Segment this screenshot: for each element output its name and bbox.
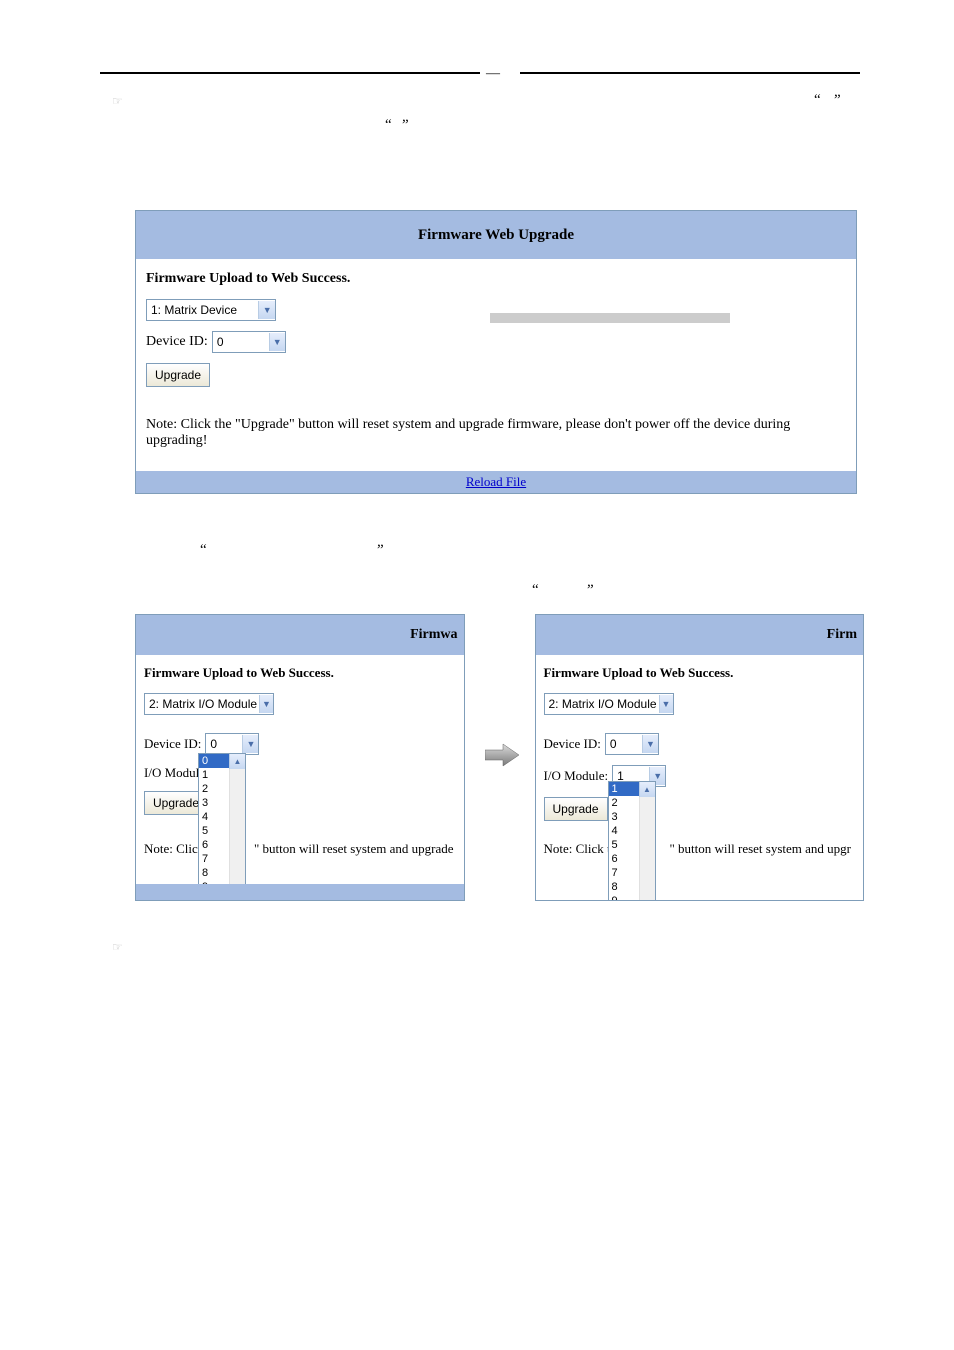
upload-status-3: Firmware Upload to Web Success.	[544, 665, 856, 681]
chevron-down-icon: ▼	[258, 301, 275, 319]
note-prefix-3: Note: Click th	[544, 841, 618, 857]
device-id-select-2[interactable]: 0 ▼	[205, 733, 259, 755]
device-id-select-3[interactable]: 0 ▼	[605, 733, 659, 755]
scroll-up-icon[interactable]: ▲	[639, 782, 655, 797]
firmware-upgrade-panel: Firmware Web Upgrade Firmware Upload to …	[135, 210, 857, 494]
reload-file-link[interactable]: Reload File	[466, 474, 526, 490]
note-suffix-2: " button will reset system and upgrade	[254, 841, 454, 857]
hand-icon: ☞	[112, 94, 123, 109]
upgrade-button-3[interactable]: Upgrade	[544, 797, 608, 821]
device-id-select[interactable]: 0 ▼	[212, 331, 286, 353]
device-type-select[interactable]: 1: Matrix Device ▼	[146, 299, 276, 321]
device-id-label: Device ID:	[146, 334, 208, 350]
quote-close-4: ”	[587, 582, 594, 599]
scrollbar-gutter[interactable]	[639, 797, 655, 901]
io-module-label-3: I/O Module:	[544, 768, 609, 784]
quote-close-2: ”	[402, 117, 409, 134]
device-id-listbox-2[interactable]: ▲ 0 1 2 3 4 5 6 7 8 9 10 11	[198, 753, 246, 901]
upload-status: Firmware Upload to Web Success.	[146, 271, 846, 287]
panel2-title: Firmwa	[410, 627, 457, 643]
panel-title-bar: Firmware Web Upgrade	[136, 211, 856, 259]
quote-open-2: “	[385, 117, 392, 134]
upgrade-note: Note: Click the "Upgrade" button will re…	[146, 417, 846, 449]
panel-title: Firmware Web Upgrade	[418, 227, 574, 244]
scroll-up-icon[interactable]: ▲	[229, 754, 245, 769]
quote-close-3: ”	[377, 542, 384, 559]
reload-bar: Reload File	[136, 471, 856, 493]
device-id-label-3: Device ID:	[544, 736, 601, 752]
upgrade-button[interactable]: Upgrade	[146, 363, 210, 387]
quote-open-4: “	[532, 582, 539, 599]
chevron-down-icon: ▼	[259, 695, 273, 713]
io-module-listbox-3[interactable]: ▲ 1 2 3 4 5 6 7 8 9 10	[608, 781, 656, 901]
device-type-select-3[interactable]: 2: Matrix I/O Module ▼	[544, 693, 674, 715]
dual-panels: Firmwa Firmware Upload to Web Success. 2…	[135, 614, 864, 901]
chevron-down-icon: ▼	[269, 333, 285, 351]
quote-close-1: ”	[834, 92, 841, 109]
device-type-select-2[interactable]: 2: Matrix I/O Module ▼	[144, 693, 274, 715]
quote-open-3: “	[200, 542, 207, 559]
note-prefix-2: Note: Click	[144, 841, 204, 857]
note-suffix-3: " button will reset system and upgr	[670, 841, 852, 857]
right-firmware-panel: Firm Firmware Upload to Web Success. 2: …	[535, 614, 865, 901]
chevron-down-icon: ▼	[642, 735, 658, 753]
chevron-down-icon: ▼	[659, 695, 673, 713]
left-firmware-panel: Firmwa Firmware Upload to Web Success. 2…	[135, 614, 465, 901]
header-dash: —	[486, 66, 500, 82]
scrollbar-gutter[interactable]	[229, 769, 245, 901]
io-module-label-2: I/O Module	[144, 765, 205, 781]
panel3-title: Firm	[827, 627, 857, 643]
device-id-label-2: Device ID:	[144, 736, 201, 752]
progress-bar	[490, 313, 730, 323]
upload-status-2: Firmware Upload to Web Success.	[144, 665, 456, 681]
quote-open-1: “	[814, 92, 821, 109]
arrow-right-icon	[485, 742, 515, 773]
chevron-down-icon: ▼	[242, 735, 258, 753]
hand-icon: ☞	[112, 940, 123, 955]
